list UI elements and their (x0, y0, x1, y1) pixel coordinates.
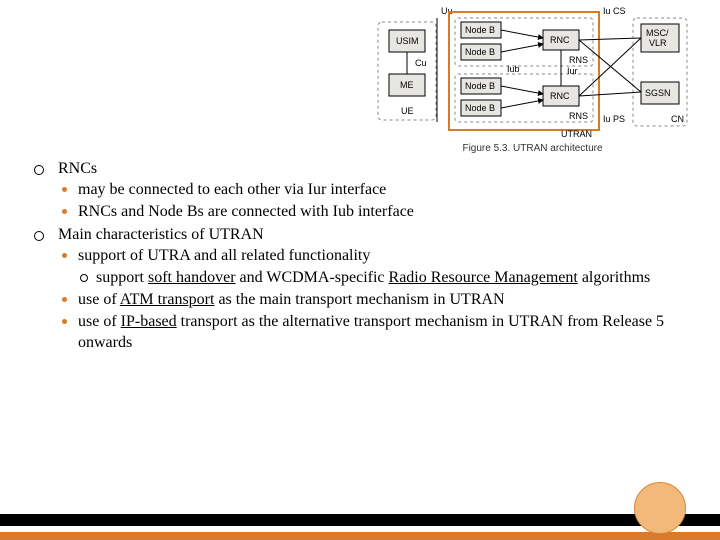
bullet-soft-handover: support soft handover and WCDMA-specific… (78, 267, 688, 288)
label-utran: UTRAN (561, 129, 592, 139)
bullet-rncs-iub: RNCs and Node Bs are connected with Iub … (58, 201, 688, 222)
bullet-atm-transport: use of ATM transport as the main transpo… (58, 289, 688, 310)
corner-circle-icon (634, 482, 686, 534)
bullet-ip-transport: use of IP-based transport as the alterna… (58, 311, 688, 353)
label-msc: MSC/ (646, 28, 669, 38)
label-ue: UE (401, 106, 414, 116)
label-cn: CN (671, 114, 684, 124)
label-rns-2: RNS (569, 111, 588, 121)
bullet-support-utra: support of UTRA and all related function… (58, 245, 688, 287)
label-iur: Iur (567, 66, 578, 76)
label-iu-cs: Iu CS (603, 6, 626, 16)
text: Main characteristics of UTRAN (58, 226, 264, 243)
label-iub: Iub (507, 64, 520, 74)
footer-bar-orange (0, 532, 720, 540)
label-nodeb-3: Node B (465, 81, 495, 91)
footer-bar-black (0, 514, 720, 526)
diagram-caption: Figure 5.3. UTRAN architecture (375, 143, 690, 154)
label-cu: Cu (415, 58, 427, 68)
utran-architecture-diagram: .bx { fill:#e8e6e2; stroke:#000; stroke-… (375, 4, 690, 154)
text: RNCs (58, 160, 97, 177)
bullet-rncs: RNCs may be connected to each other via … (28, 158, 688, 222)
label-iu-ps: Iu PS (603, 114, 625, 124)
bullet-rncs-iur: may be connected to each other via Iur i… (58, 179, 688, 200)
label-usim: USIM (396, 36, 419, 46)
slide-body: RNCs may be connected to each other via … (28, 158, 688, 355)
label-nodeb-2: Node B (465, 47, 495, 57)
label-vlr: VLR (649, 38, 667, 48)
label-rnc-2: RNC (550, 91, 570, 101)
label-rnc-1: RNC (550, 35, 570, 45)
label-nodeb-1: Node B (465, 25, 495, 35)
label-nodeb-4: Node B (465, 103, 495, 113)
label-me: ME (400, 80, 414, 90)
label-sgsn: SGSN (645, 88, 671, 98)
label-rns-1: RNS (569, 55, 588, 65)
bullet-utran-characteristics: Main characteristics of UTRAN support of… (28, 224, 688, 353)
